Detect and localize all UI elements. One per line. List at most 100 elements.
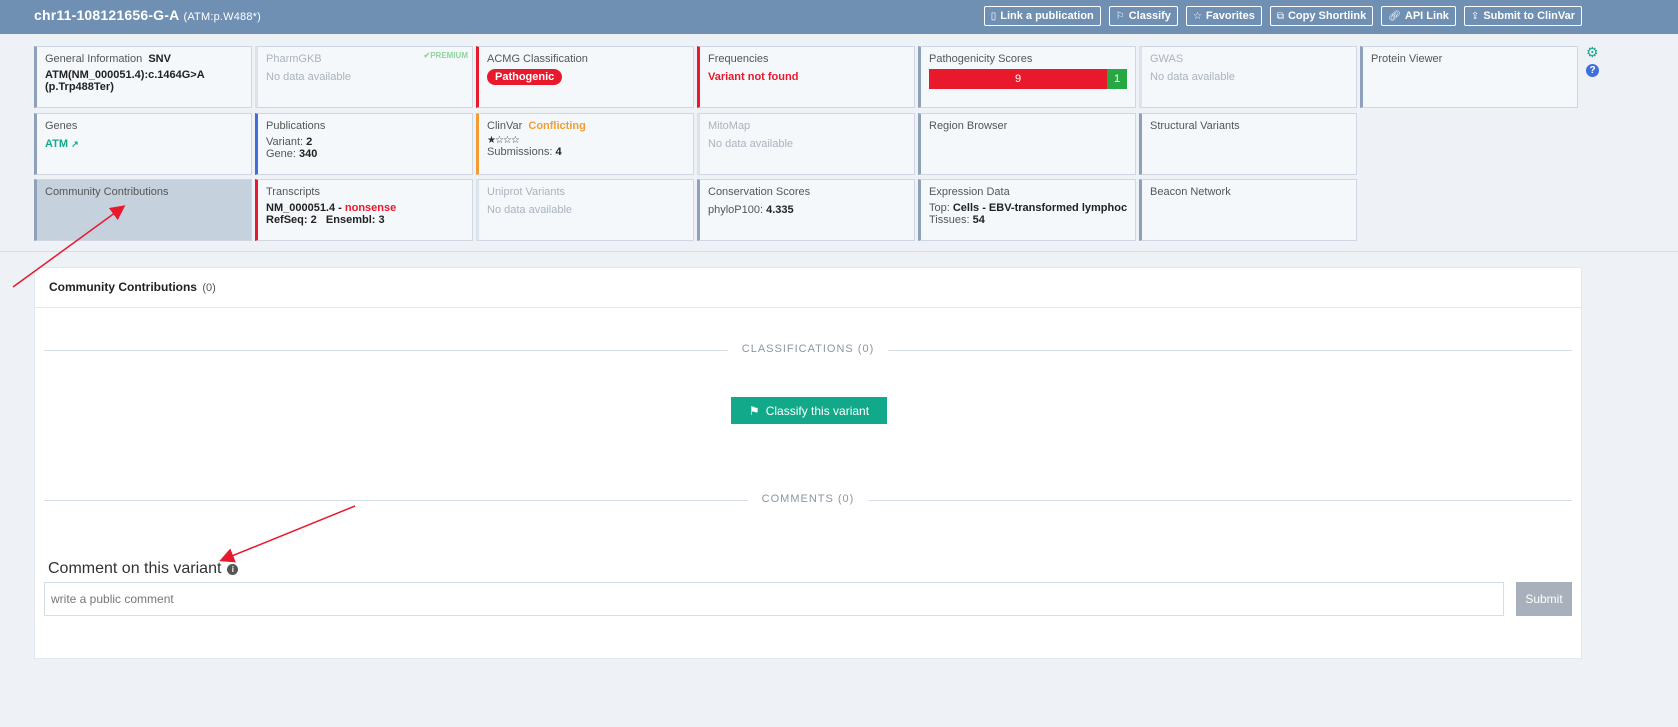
variant-type: SNV bbox=[148, 53, 171, 65]
benign-count: 1 bbox=[1107, 69, 1127, 89]
flag-icon: ⚐ bbox=[1115, 10, 1125, 22]
gene-pubs-count: 340 bbox=[299, 148, 318, 160]
comment-heading: Comment on this variant i bbox=[48, 560, 239, 578]
comment-input[interactable] bbox=[44, 582, 1504, 616]
submit-clinvar-button[interactable]: ⇪ Submit to ClinVar bbox=[1463, 6, 1582, 26]
tile-label: Region Browser bbox=[929, 120, 1008, 132]
tile-label: Transcripts bbox=[266, 186, 320, 198]
tile-mitomap[interactable]: MitoMap No data available bbox=[697, 113, 915, 175]
tile-general-information[interactable]: General Information SNV ATM(NM_000051.4)… bbox=[34, 46, 252, 108]
tile-label: MitoMap bbox=[708, 120, 751, 132]
tile-transcripts[interactable]: Transcripts NM_000051.4 - nonsense RefSe… bbox=[255, 179, 473, 241]
conservation-value: 4.335 bbox=[766, 204, 794, 216]
tile-label: Protein Viewer bbox=[1371, 53, 1443, 65]
classify-variant-button[interactable]: ⚑ Classify this variant bbox=[731, 397, 887, 424]
help-icon[interactable]: ? bbox=[1586, 64, 1599, 77]
upload-icon: ⇪ bbox=[1470, 10, 1480, 22]
tile-gwas[interactable]: GWAS No data available bbox=[1139, 46, 1357, 108]
top-tissue: Cells - EBV-transformed lymphocy... bbox=[952, 202, 1127, 214]
favorites-button[interactable]: ☆ Favorites bbox=[1185, 6, 1262, 26]
tile-frequencies[interactable]: Frequencies Variant not found bbox=[697, 46, 915, 108]
tile-label: Community Contributions bbox=[45, 186, 169, 198]
comment-heading-text: Comment on this variant bbox=[48, 560, 222, 577]
tile-conservation-scores[interactable]: Conservation Scores phyloP100: 4.335 bbox=[697, 179, 915, 241]
variant-pubs-label: Variant: bbox=[266, 136, 304, 148]
tile-uniprot-variants[interactable]: Uniprot Variants No data available bbox=[476, 179, 694, 241]
submissions-label: Submissions: bbox=[487, 146, 553, 158]
tile-value: Variant not found bbox=[708, 71, 799, 83]
tile-community-contributions[interactable]: Community Contributions bbox=[34, 179, 252, 241]
tile-protein-viewer[interactable]: Protein Viewer bbox=[1360, 46, 1578, 108]
tile-structural-variants[interactable]: Structural Variants bbox=[1139, 113, 1357, 175]
tile-label: General Information bbox=[45, 53, 143, 65]
flag-icon: ⚑ bbox=[748, 403, 760, 418]
info-icon[interactable]: i bbox=[227, 563, 239, 575]
copy-shortlink-button[interactable]: ⧉ Copy Shortlink bbox=[1269, 6, 1374, 26]
tile-acmg-classification[interactable]: ACMG Classification Pathogenic bbox=[476, 46, 694, 108]
classify-header-button[interactable]: ⚐ Classify bbox=[1108, 6, 1178, 26]
gene-pubs-label: Gene: bbox=[266, 148, 296, 160]
tile-value: No data available bbox=[266, 71, 352, 83]
tile-pathogenicity-scores[interactable]: Pathogenicity Scores 9 1 bbox=[918, 46, 1136, 108]
tile-beacon-network[interactable]: Beacon Network bbox=[1139, 179, 1357, 241]
protein-notation: (p.Trp488Ter) bbox=[45, 81, 114, 93]
tile-label: Pathogenicity Scores bbox=[929, 53, 1033, 65]
tile-genes[interactable]: Genes ATM ↗ bbox=[34, 113, 252, 175]
classifications-separator: CLASSIFICATIONS (0) bbox=[44, 343, 1572, 357]
tile-region-browser[interactable]: Region Browser bbox=[918, 113, 1136, 175]
tile-label: Genes bbox=[45, 120, 78, 132]
tile-label: ClinVar bbox=[487, 120, 523, 132]
submit-comment-button[interactable]: Submit bbox=[1516, 582, 1572, 616]
tissues-count: 54 bbox=[972, 214, 985, 226]
favorites-label: Favorites bbox=[1205, 10, 1255, 22]
separator-label: CLASSIFICATIONS (0) bbox=[727, 343, 889, 355]
link-publication-label: Link a publication bbox=[1000, 10, 1094, 22]
api-link-label: API Link bbox=[1404, 10, 1449, 22]
tile-label: ACMG Classification bbox=[487, 53, 588, 65]
link-publication-button[interactable]: ▯ Link a publication bbox=[983, 6, 1101, 26]
classify-variant-label: Classify this variant bbox=[765, 403, 870, 418]
tile-label: GWAS bbox=[1150, 53, 1184, 65]
tile-value: No data available bbox=[708, 138, 794, 150]
section-divider bbox=[0, 251, 1678, 252]
transcript-id: NM_000051.4 - bbox=[266, 202, 342, 214]
pathogenic-badge: Pathogenic bbox=[487, 69, 563, 85]
pathogenicity-score-bar: 9 1 bbox=[929, 69, 1127, 89]
api-link-button[interactable]: 🔗︎ API Link bbox=[1381, 6, 1456, 26]
copy-icon: ⧉ bbox=[1276, 10, 1284, 22]
panel-title: Community Contributions bbox=[49, 280, 197, 294]
tile-label: Frequencies bbox=[708, 53, 769, 65]
hgvs-notation: ATM(NM_000051.4):c.1464G>A bbox=[45, 69, 205, 81]
star-icon: ☆ bbox=[1192, 10, 1202, 22]
refseq-count: 2 bbox=[310, 214, 317, 226]
variant-pubs-count: 2 bbox=[306, 136, 313, 148]
variant-id: chr11-108121656-G-A bbox=[34, 7, 180, 23]
pathogenic-count: 9 bbox=[929, 69, 1107, 89]
separator-label: COMMENTS (0) bbox=[747, 493, 869, 505]
tile-expression-data[interactable]: Expression Data Top: Cells - EBV-transfo… bbox=[918, 179, 1136, 241]
tile-label: Expression Data bbox=[929, 186, 1010, 198]
conservation-metric: phyloP100: bbox=[708, 204, 764, 216]
refseq-label: RefSeq: bbox=[266, 214, 308, 226]
transcript-effect: nonsense bbox=[344, 202, 397, 214]
tile-pharmgkb[interactable]: PharmGKB No data available ✔PREMIUM bbox=[255, 46, 473, 108]
link-icon: 🔗︎ bbox=[1388, 10, 1401, 22]
variant-title: chr11-108121656-G-A (ATM:p.W488*) bbox=[34, 7, 261, 23]
variant-protein-change: (ATM:p.W488*) bbox=[183, 11, 262, 23]
gene-link[interactable]: ATM bbox=[45, 138, 68, 150]
top-bar: chr11-108121656-G-A (ATM:p.W488*) ▯ Link a… bbox=[0, 0, 1678, 34]
tile-value: No data available bbox=[1150, 71, 1236, 83]
clinvar-status: Conflicting bbox=[528, 120, 586, 132]
top-tissue-label: Top: bbox=[929, 202, 950, 214]
tile-label: Publications bbox=[266, 120, 326, 132]
panel-header: Community Contributions (0) bbox=[35, 268, 1581, 308]
tissues-label: Tissues: bbox=[929, 214, 970, 226]
gear-icon[interactable]: ⚙ bbox=[1586, 44, 1599, 61]
submissions-count: 4 bbox=[555, 146, 562, 158]
tile-publications[interactable]: Publications Variant: 2 Gene: 340 bbox=[255, 113, 473, 175]
header-actions: ▯ Link a publication ⚐ Classify ☆ Favorites… bbox=[983, 6, 1582, 26]
panel-count: (0) bbox=[202, 282, 216, 294]
ensembl-count: 3 bbox=[378, 214, 385, 226]
external-link-icon: ↗ bbox=[71, 139, 79, 149]
tile-clinvar[interactable]: ClinVar Conflicting ★☆☆☆ Submissions: 4 bbox=[476, 113, 694, 175]
